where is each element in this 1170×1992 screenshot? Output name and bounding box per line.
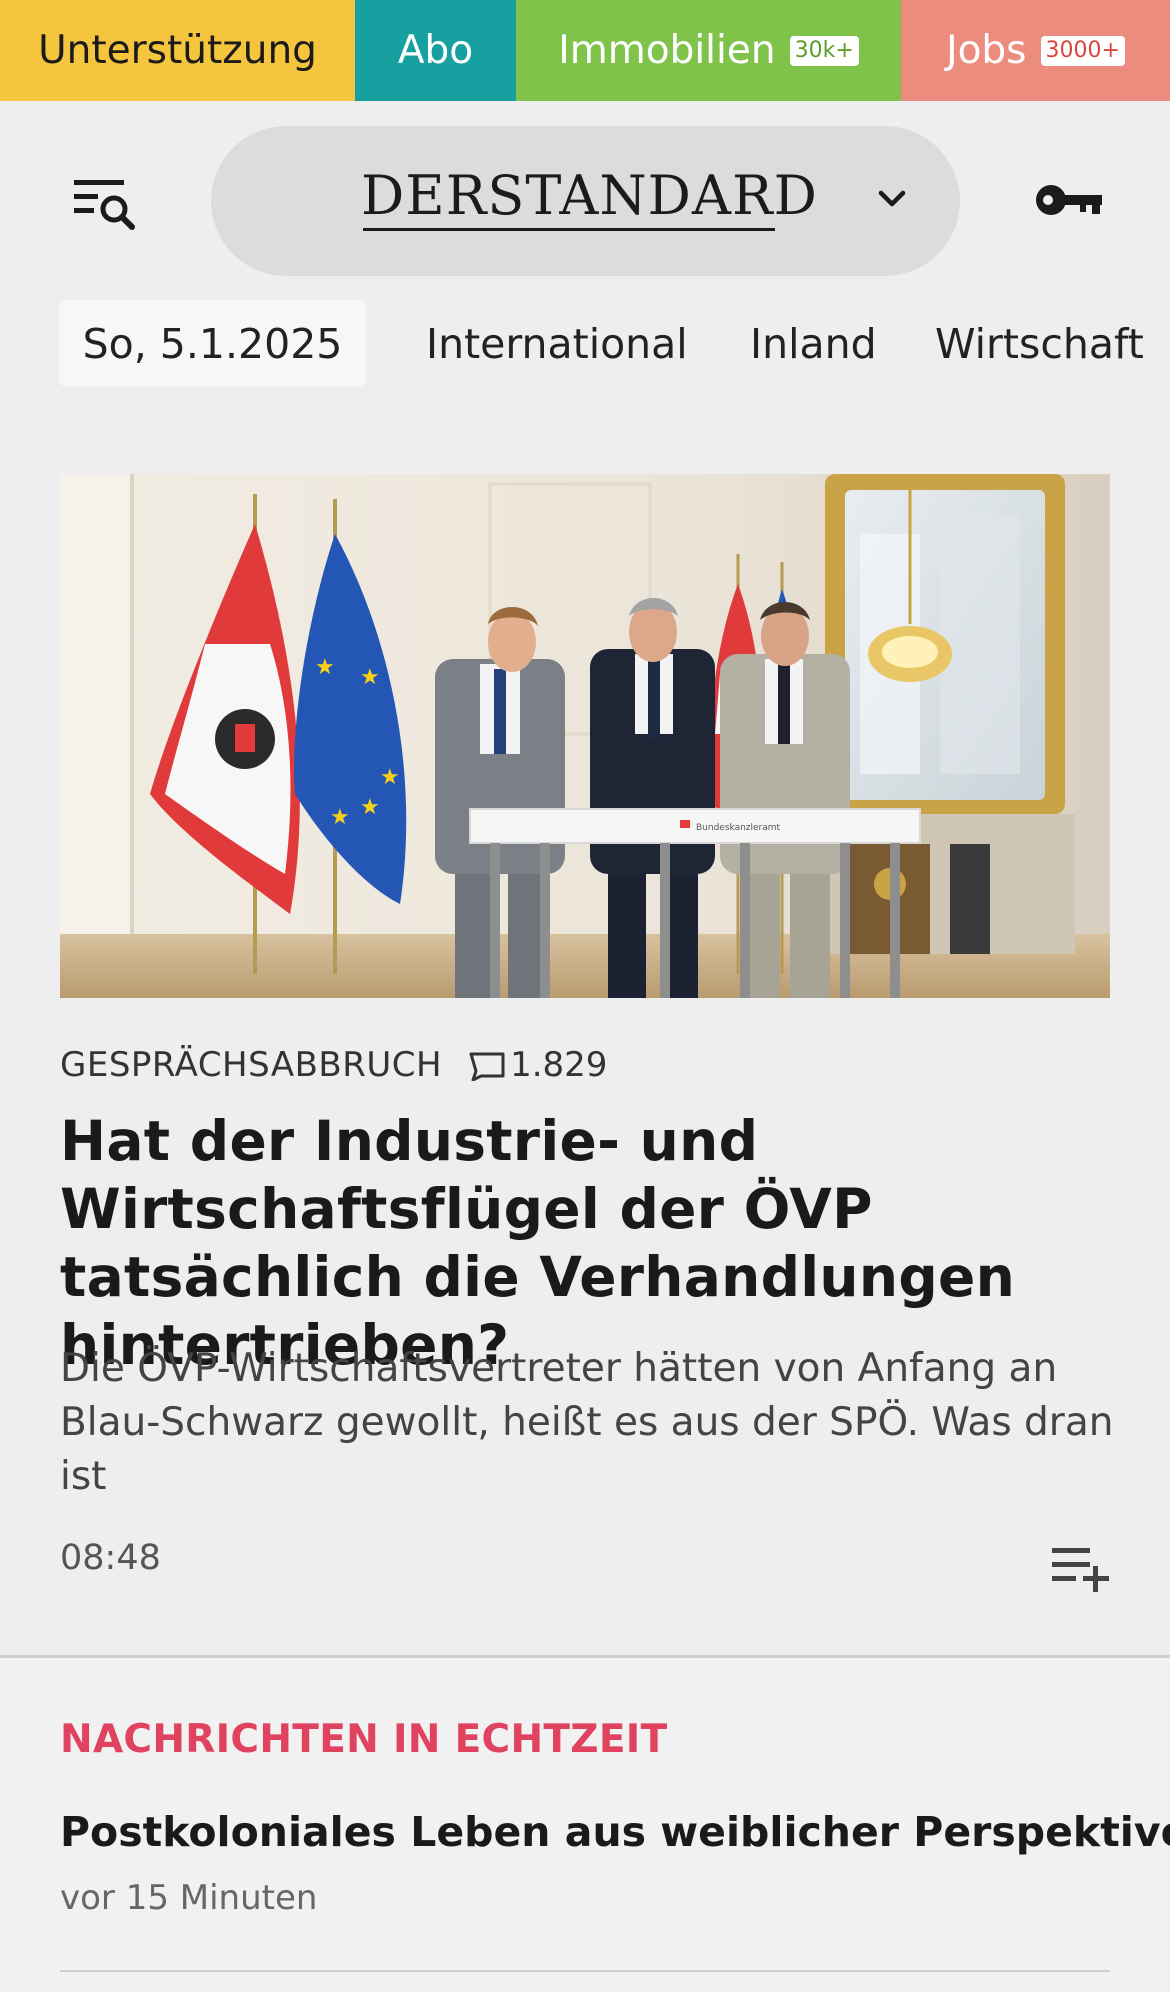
article-hero-image[interactable]: ★ ★ ★ ★ ★ Bundeskanzleramt: [60, 474, 1110, 998]
svg-text:★: ★: [330, 805, 350, 830]
live-news-divider: [60, 1970, 1110, 1972]
top-service-bar: Unterstützung Abo Immobilien 30k+ Jobs 3…: [0, 0, 1170, 101]
menu-search-icon: [74, 180, 135, 230]
current-date: So, 5.1.2025: [82, 319, 343, 368]
nav-wirtschaft[interactable]: Wirtschaft: [935, 300, 1144, 387]
key-icon: [1036, 185, 1102, 215]
nav-international[interactable]: International: [426, 300, 688, 387]
svg-text:★: ★: [360, 795, 380, 820]
svg-text:★: ★: [315, 655, 335, 680]
article-kicker: GESPRÄCHSABBRUCH: [60, 1045, 443, 1085]
svg-text:★: ★: [360, 665, 380, 690]
live-news-section: NACHRICHTEN IN ECHTZEIT Postkoloniales L…: [0, 1658, 1170, 1992]
live-news-time: vor 15 Minuten: [60, 1878, 318, 1918]
support-link[interactable]: Unterstützung: [0, 0, 355, 101]
abo-label: Abo: [397, 28, 474, 73]
article-meta: GESPRÄCHSABBRUCH 1.829: [60, 1040, 607, 1090]
date-pill[interactable]: So, 5.1.2025: [59, 300, 366, 387]
comment-count[interactable]: 1.829: [510, 1045, 607, 1085]
article-time: 08:48: [60, 1538, 161, 1578]
site-logo[interactable]: DERSTANDARD: [361, 164, 818, 227]
jobs-count-badge: 3000+: [1040, 35, 1125, 66]
podium-label: Bundeskanzleramt: [696, 823, 781, 833]
jobs-link[interactable]: Jobs 3000+: [901, 0, 1170, 101]
abo-link[interactable]: Abo: [355, 0, 516, 101]
comment-icon[interactable]: [468, 1049, 506, 1081]
svg-text:★: ★: [380, 765, 400, 790]
playlist-add-icon: [1052, 1548, 1109, 1592]
chevron-down-icon[interactable]: [871, 178, 913, 220]
immobilien-label: Immobilien: [558, 28, 776, 73]
logo-underline: [363, 228, 775, 231]
immobilien-link[interactable]: Immobilien 30k+: [516, 0, 901, 101]
login-button[interactable]: [1034, 176, 1106, 224]
article-teaser[interactable]: Die ÖVP-Wirtschaftsvertreter hätten von …: [60, 1342, 1120, 1504]
support-label: Unterstützung: [38, 28, 317, 73]
jobs-label: Jobs: [946, 28, 1027, 73]
live-news-title[interactable]: NACHRICHTEN IN ECHTZEIT: [60, 1717, 668, 1762]
article-headline[interactable]: Hat der Industrie- und Wirtschafts­flüge…: [60, 1107, 1120, 1379]
immobilien-count-badge: 30k+: [789, 35, 859, 66]
add-to-list-button[interactable]: [1050, 1544, 1112, 1592]
press-conference-photo: ★ ★ ★ ★ ★ Bundeskanzleramt: [60, 474, 1110, 998]
live-news-headline[interactable]: Postkoloniales Leben aus weiblicher Pers…: [60, 1808, 1170, 1856]
logo-edition-selector[interactable]: DERSTANDARD: [211, 126, 960, 276]
menu-search-button[interactable]: [70, 176, 140, 236]
nav-inland[interactable]: Inland: [750, 300, 877, 387]
